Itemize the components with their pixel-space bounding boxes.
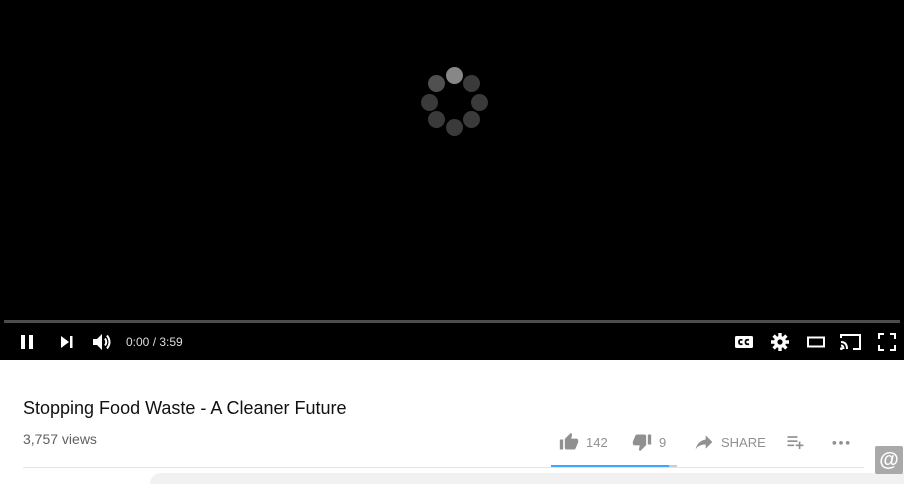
comments-section-edge: [150, 473, 904, 484]
sentiment-bar: [551, 465, 677, 467]
time-separator: /: [149, 335, 160, 349]
fullscreen-button[interactable]: [869, 324, 904, 360]
dislike-count: 9: [659, 434, 667, 450]
cast-icon: [840, 334, 861, 350]
theater-mode-icon: [807, 336, 825, 348]
pause-button[interactable]: [9, 324, 45, 360]
pause-icon: [21, 335, 33, 349]
theater-mode-button[interactable]: [798, 324, 834, 360]
subtitles-icon: [735, 336, 753, 348]
like-button[interactable]: 142: [559, 430, 608, 454]
add-to-playlist-icon: [787, 436, 804, 450]
video-player[interactable]: 0:00 / 3:59: [0, 0, 904, 360]
settings-icon: [771, 333, 789, 351]
more-icon: [832, 441, 850, 445]
loading-spinner-icon: [416, 64, 494, 142]
share-button[interactable]: SHARE: [694, 430, 766, 454]
add-to-playlist-button[interactable]: [785, 430, 805, 454]
share-icon: [695, 435, 713, 450]
duration: 3:59: [159, 335, 183, 349]
divider: [23, 467, 864, 468]
sentiment-bar-fill: [551, 465, 670, 467]
progress-bar[interactable]: [4, 320, 900, 323]
volume-button[interactable]: [84, 324, 120, 360]
video-info: Stopping Food Waste - A Cleaner Future 3…: [0, 360, 904, 484]
dislike-button[interactable]: 9: [632, 430, 666, 454]
cast-button[interactable]: [833, 324, 869, 360]
player-controls: 0:00 / 3:59: [0, 324, 904, 360]
current-time: 0:00: [126, 335, 150, 349]
time-display: 0:00 / 3:59: [126, 324, 183, 360]
like-count: 142: [586, 434, 608, 450]
view-count: 3,757 views: [23, 431, 97, 447]
subtitles-button[interactable]: [726, 324, 762, 360]
volume-icon: [93, 334, 111, 350]
feedback-badge[interactable]: @: [875, 446, 903, 474]
thumbs-down-icon: [632, 434, 652, 452]
thumbs-up-icon: [559, 432, 579, 450]
fullscreen-icon: [878, 333, 896, 351]
settings-button[interactable]: [762, 324, 798, 360]
video-title: Stopping Food Waste - A Cleaner Future: [23, 398, 347, 418]
more-actions-button[interactable]: [831, 430, 851, 454]
next-icon: [61, 336, 73, 348]
share-label: SHARE: [721, 434, 766, 450]
next-button[interactable]: [49, 324, 85, 360]
